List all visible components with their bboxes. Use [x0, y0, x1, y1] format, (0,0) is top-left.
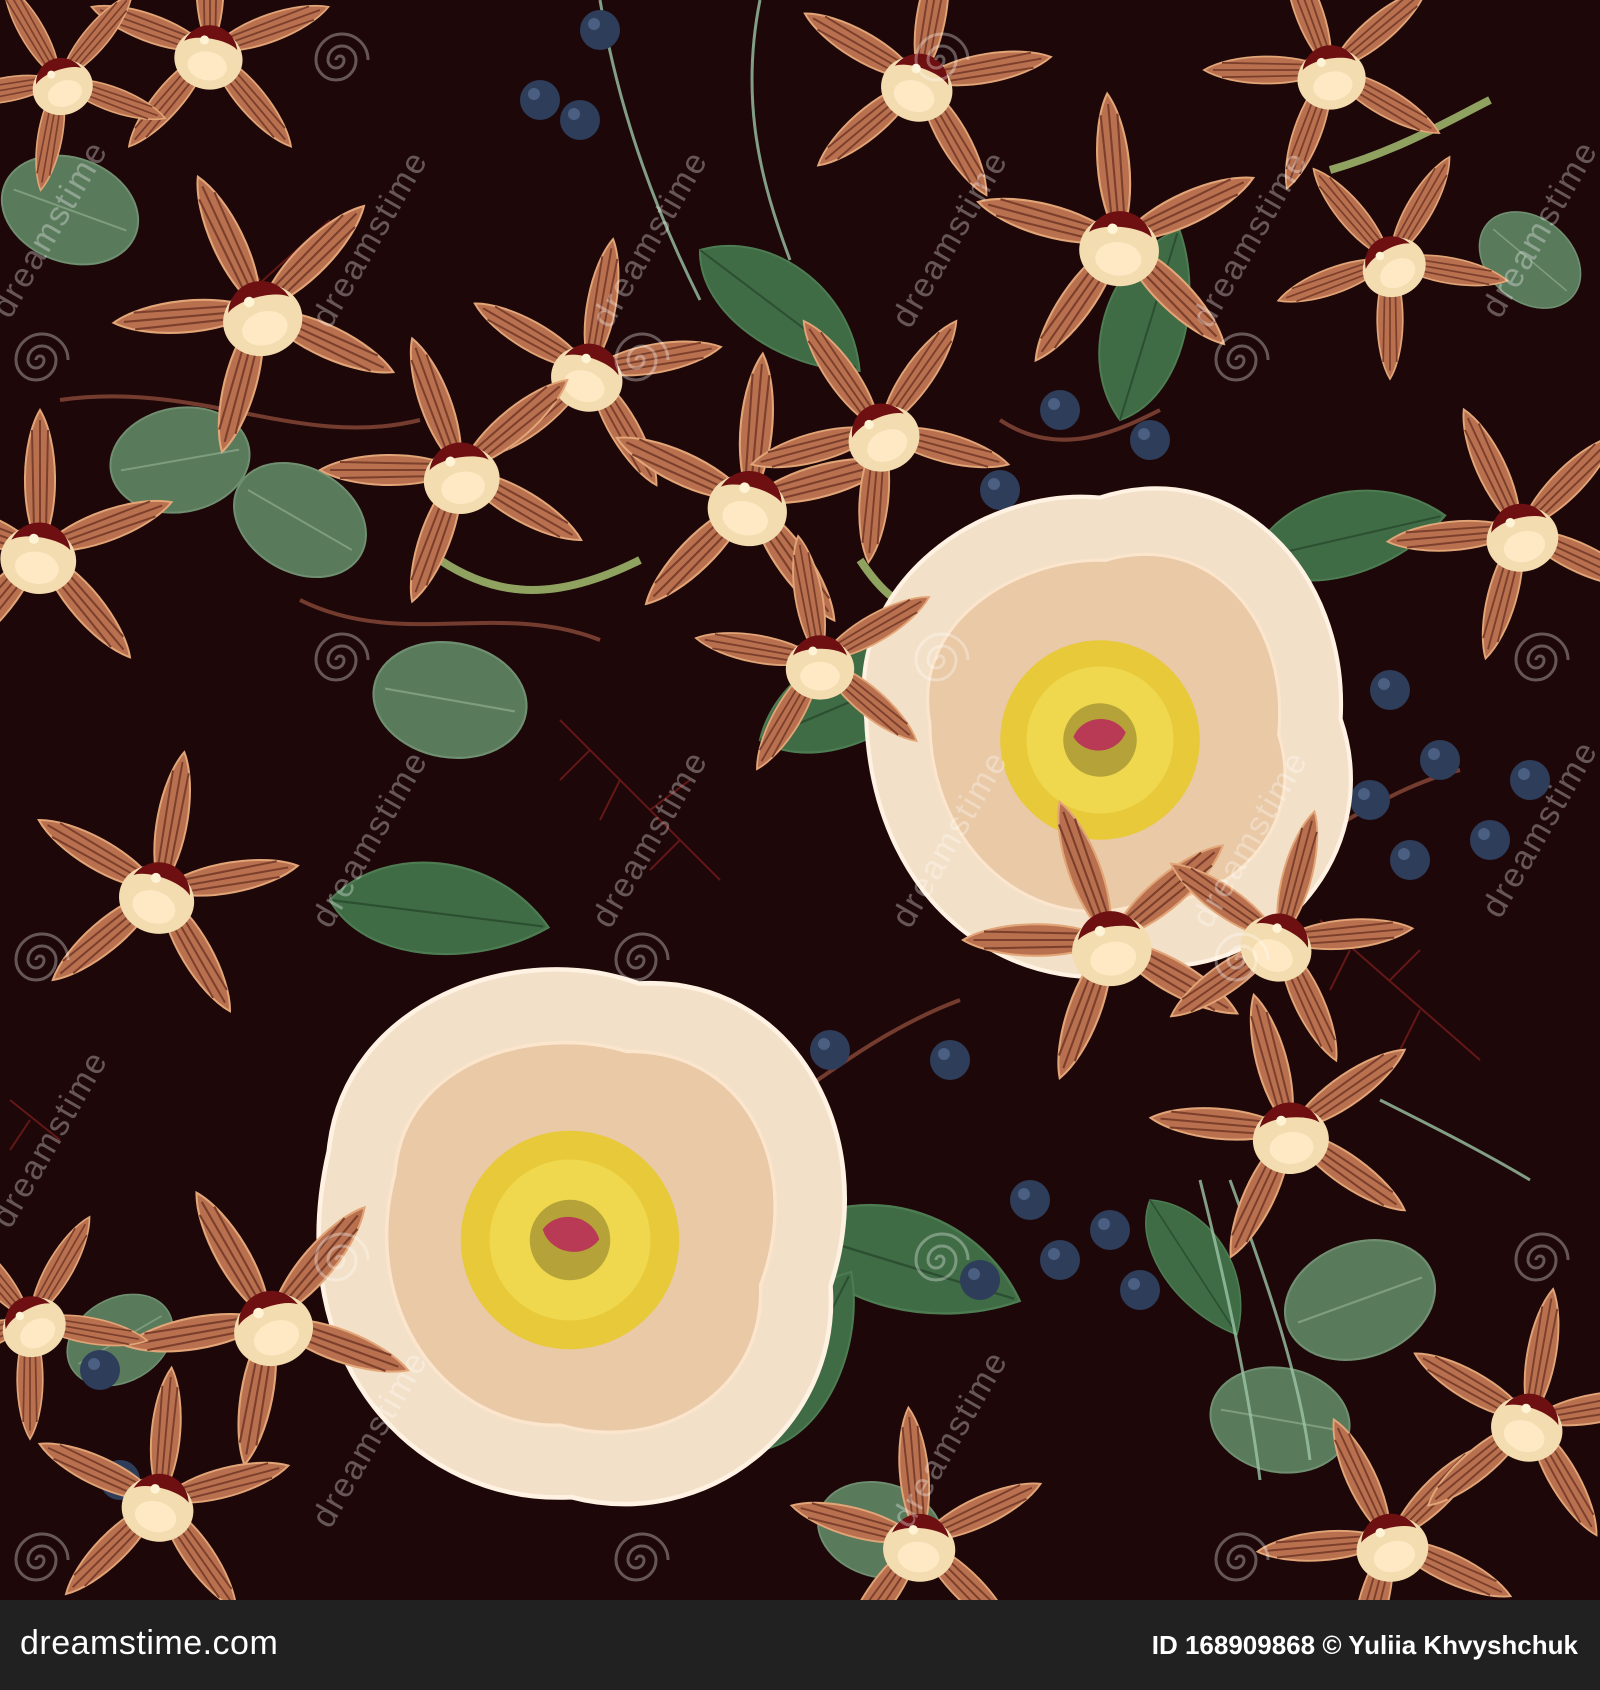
stock-footer-bar: dreamstime.com ID 168909868 © Yuliia Khv…	[0, 1600, 1600, 1690]
image-credit-info: ID 168909868 © Yuliia Khvyshchuk	[1152, 1630, 1578, 1661]
image-id: 168909868	[1184, 1630, 1316, 1660]
id-label: ID	[1151, 1630, 1178, 1660]
dreamstime-logo[interactable]: dreamstime.com	[20, 1624, 278, 1663]
image-stage: dreamstime dreamstime dreamstime dreamstime…	[0, 0, 1600, 1690]
floral-pattern-artwork: dreamstime dreamstime dreamstime dreamstime…	[0, 0, 1600, 1600]
author-credit: © Yuliia Khvyshchuk	[1322, 1630, 1578, 1660]
